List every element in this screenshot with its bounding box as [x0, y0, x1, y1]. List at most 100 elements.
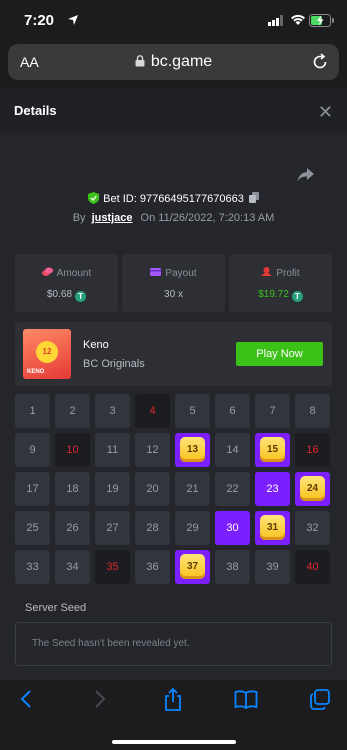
- back-icon[interactable]: [18, 688, 34, 710]
- profit-label: Profit: [276, 268, 300, 279]
- keno-cell: 3: [95, 394, 130, 428]
- keno-cell: 29: [175, 511, 210, 545]
- amount-card: Amount $0.68 T: [15, 254, 118, 312]
- keno-cell: 31: [255, 511, 290, 545]
- keno-cell: 23: [255, 472, 290, 506]
- keno-cell: 27: [95, 511, 130, 545]
- bet-stats: Amount $0.68 T Payout 30 x Profit $19.72 T: [15, 254, 332, 312]
- coins-icon: [41, 267, 53, 276]
- on-label: On: [140, 212, 156, 224]
- keno-cell: 21: [175, 472, 210, 506]
- keno-cell: 8: [295, 394, 330, 428]
- battery-charging-icon: [309, 14, 334, 27]
- bet-details-panel: Bet ID: 97766495177670663 By justjace On 1…: [0, 132, 347, 680]
- bet-date: 11/26/2022, 7:20:13 AM: [158, 212, 275, 224]
- keno-cell: 13: [175, 433, 210, 467]
- keno-cell: 19: [95, 472, 130, 506]
- keno-cell: 7: [255, 394, 290, 428]
- home-indicator: [112, 740, 236, 744]
- game-card: 12 KENO Keno BC Originals Play Now: [15, 322, 332, 386]
- keno-cell: 25: [15, 511, 50, 545]
- profit-icon: [261, 267, 273, 276]
- status-bar: 7:20: [0, 0, 347, 40]
- keno-hit-gem: 15: [260, 437, 285, 462]
- keno-cell: 15: [255, 433, 290, 467]
- thumb-ball: 12: [36, 341, 58, 363]
- domain-text: bc.game: [150, 53, 213, 70]
- keno-cell: 37: [175, 550, 210, 584]
- browser-address-area: AA bc.game: [0, 40, 347, 88]
- keno-cell: 16: [295, 433, 330, 467]
- keno-cell: 39: [255, 550, 290, 584]
- wifi-icon: [291, 14, 305, 25]
- payout-card: Payout 30 x: [122, 254, 225, 312]
- status-time: 7:20: [24, 12, 55, 29]
- keno-cell: 14: [215, 433, 250, 467]
- keno-cell: 26: [55, 511, 90, 545]
- keno-cell: 6: [215, 394, 250, 428]
- bet-id: Bet ID: 97766495177670663: [103, 193, 244, 205]
- payout-label: Payout: [165, 268, 197, 279]
- wallet-icon: [150, 268, 162, 276]
- username-link[interactable]: justjace: [92, 212, 133, 224]
- keno-cell: 30: [215, 511, 250, 545]
- usdt-coin-icon: T: [291, 291, 303, 302]
- cellular-signal-icon: [268, 15, 283, 26]
- keno-grid: 1 2 3 4 5 6 7 8 9 10 11 12 13 14 15 16 17 18 19 20 21 22 23 24 2…: [15, 394, 332, 586]
- profit-card: Profit $19.72 T: [229, 254, 332, 312]
- keno-hit-gem: 37: [180, 554, 205, 579]
- keno-cell: 2: [55, 394, 90, 428]
- profit-value: $19.72: [258, 289, 289, 300]
- close-icon[interactable]: ✕: [318, 102, 333, 123]
- keno-hit-gem: 31: [260, 515, 285, 540]
- server-seed-text: The Seed hasn't been revealed yet.: [32, 638, 190, 649]
- forward-icon[interactable]: [92, 688, 108, 710]
- keno-cell: 11: [95, 433, 130, 467]
- keno-cell: 35: [95, 550, 130, 584]
- reload-icon[interactable]: [311, 53, 329, 71]
- keno-thumbnail[interactable]: 12 KENO: [23, 329, 71, 379]
- bet-byline: By justjace On 11/26/2022, 7:20:13 AM: [0, 212, 347, 224]
- game-provider: BC Originals: [83, 358, 145, 370]
- details-title: Details: [14, 103, 57, 118]
- address-bar[interactable]: AA bc.game: [8, 44, 339, 80]
- keno-cell: 22: [215, 472, 250, 506]
- share-icon[interactable]: [163, 688, 183, 712]
- server-seed-label: Server Seed: [25, 602, 87, 614]
- keno-cell: 40: [295, 550, 330, 584]
- copy-icon[interactable]: [248, 192, 259, 203]
- keno-cell: 5: [175, 394, 210, 428]
- keno-cell: 24: [295, 472, 330, 506]
- bookmarks-icon[interactable]: [234, 688, 258, 710]
- details-header: Details ✕: [0, 88, 347, 132]
- address-domain[interactable]: bc.game: [8, 53, 339, 71]
- keno-cell: 32: [295, 511, 330, 545]
- by-label: By: [72, 212, 86, 224]
- keno-cell: 20: [135, 472, 170, 506]
- keno-cell: 9: [15, 433, 50, 467]
- keno-cell: 4: [135, 394, 170, 428]
- keno-cell: 12: [135, 433, 170, 467]
- game-name: Keno: [83, 339, 109, 351]
- server-seed-box: The Seed hasn't been revealed yet.: [15, 622, 332, 666]
- payout-value: 30 x: [164, 289, 183, 300]
- amount-value: $0.68: [46, 289, 73, 300]
- verified-shield-icon: [88, 192, 100, 204]
- keno-hit-gem: 24: [300, 476, 325, 501]
- amount-label: Amount: [56, 268, 92, 279]
- keno-cell: 10: [55, 433, 90, 467]
- thumb-text: KENO: [27, 369, 45, 375]
- lock-icon: [135, 55, 145, 67]
- tabs-icon[interactable]: [309, 688, 331, 710]
- keno-hit-gem: 13: [180, 437, 205, 462]
- keno-cell: 33: [15, 550, 50, 584]
- keno-cell: 18: [55, 472, 90, 506]
- keno-cell: 1: [15, 394, 50, 428]
- keno-cell: 28: [135, 511, 170, 545]
- keno-cell: 36: [135, 550, 170, 584]
- usdt-coin-icon: T: [75, 291, 87, 302]
- share-arrow-icon[interactable]: [297, 168, 315, 182]
- play-now-button[interactable]: Play Now: [236, 342, 323, 366]
- keno-cell: 38: [215, 550, 250, 584]
- bet-id-row: Bet ID: 97766495177670663: [0, 192, 347, 205]
